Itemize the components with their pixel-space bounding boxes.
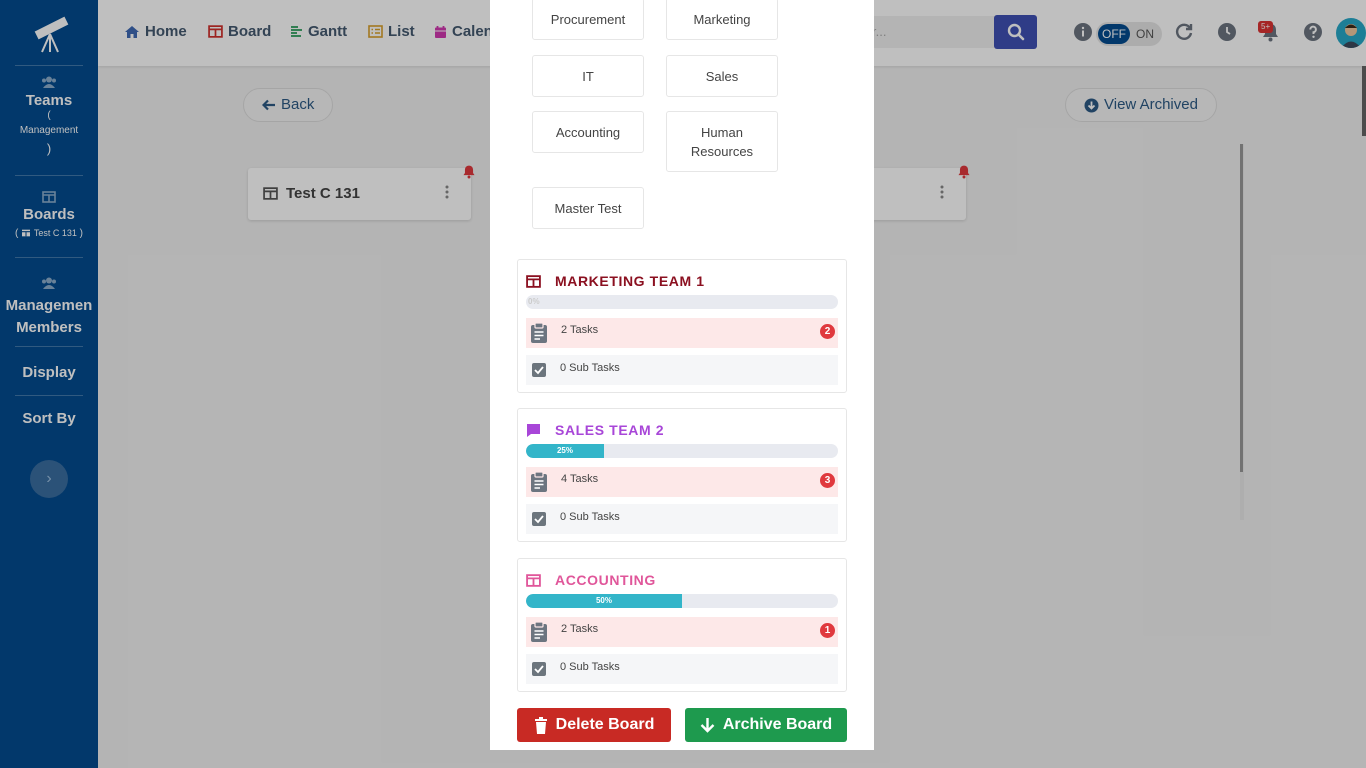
department-human-resources[interactable]: Human Resources xyxy=(666,111,778,172)
team-progress-bar: 25% xyxy=(526,444,838,458)
tasks-row[interactable]: 2 Tasks 1 xyxy=(526,617,838,647)
board-icon xyxy=(526,573,541,587)
checkbox-checked-icon xyxy=(532,363,546,377)
archive-board-label: Archive Board xyxy=(722,716,833,733)
team-progress-bar: 0% xyxy=(526,295,838,309)
sub-tasks-row[interactable]: 0 Sub Tasks xyxy=(526,355,838,385)
board-icon xyxy=(526,274,541,288)
tasks-row[interactable]: 4 Tasks 3 xyxy=(526,467,838,497)
team-card-sales-team-2[interactable]: SALES TEAM 2 25% 4 Tasks 3 0 Sub Tasks xyxy=(517,408,847,542)
tasks-label: 2 Tasks xyxy=(561,623,599,635)
task-count-badge: 1 xyxy=(820,623,835,638)
department-it[interactable]: IT xyxy=(532,55,644,97)
team-progress-label: 0% xyxy=(528,297,540,306)
team-card-accounting[interactable]: ACCOUNTING 50% 2 Tasks 1 0 Sub Tasks xyxy=(517,558,847,692)
sub-tasks-label: 0 Sub Tasks xyxy=(560,362,620,374)
team-name: MARKETING TEAM 1 xyxy=(555,273,705,289)
checkbox-checked-icon xyxy=(532,662,546,676)
department-master-test[interactable]: Master Test xyxy=(532,187,644,229)
clipboard-icon xyxy=(531,471,547,492)
checkbox-checked-icon xyxy=(532,512,546,526)
delete-board-button[interactable]: Delete Board xyxy=(517,708,671,742)
delete-board-label: Delete Board xyxy=(555,716,655,733)
arrow-down-icon xyxy=(700,718,715,733)
task-count-badge: 3 xyxy=(820,473,835,488)
clipboard-icon xyxy=(531,322,547,343)
team-progress-label: 25% xyxy=(526,444,604,458)
sub-tasks-label: 0 Sub Tasks xyxy=(560,661,620,673)
tasks-row[interactable]: 2 Tasks 2 xyxy=(526,318,838,348)
department-procurement[interactable]: Procurement xyxy=(532,0,644,40)
team-progress-label: 50% xyxy=(526,594,682,608)
team-name: SALES TEAM 2 xyxy=(555,422,665,438)
board-options-modal: Procurement Marketing IT Sales Accountin… xyxy=(490,0,874,750)
team-progress-bar: 50% xyxy=(526,594,838,608)
sub-tasks-row[interactable]: 0 Sub Tasks xyxy=(526,654,838,684)
sub-tasks-row[interactable]: 0 Sub Tasks xyxy=(526,504,838,534)
trash-icon xyxy=(534,716,547,734)
tasks-label: 2 Tasks xyxy=(561,324,599,336)
task-count-badge: 2 xyxy=(820,324,835,339)
department-accounting[interactable]: Accounting xyxy=(532,111,644,153)
team-card-marketing-team-1[interactable]: MARKETING TEAM 1 0% 2 Tasks 2 0 Sub Task… xyxy=(517,259,847,393)
department-marketing[interactable]: Marketing xyxy=(666,0,778,40)
archive-board-button[interactable]: Archive Board xyxy=(685,708,847,742)
sub-tasks-label: 0 Sub Tasks xyxy=(560,511,620,523)
clipboard-icon xyxy=(531,621,547,642)
department-sales[interactable]: Sales xyxy=(666,55,778,97)
tasks-label: 4 Tasks xyxy=(561,473,599,485)
team-name: ACCOUNTING xyxy=(555,572,656,588)
comment-icon xyxy=(527,423,540,437)
